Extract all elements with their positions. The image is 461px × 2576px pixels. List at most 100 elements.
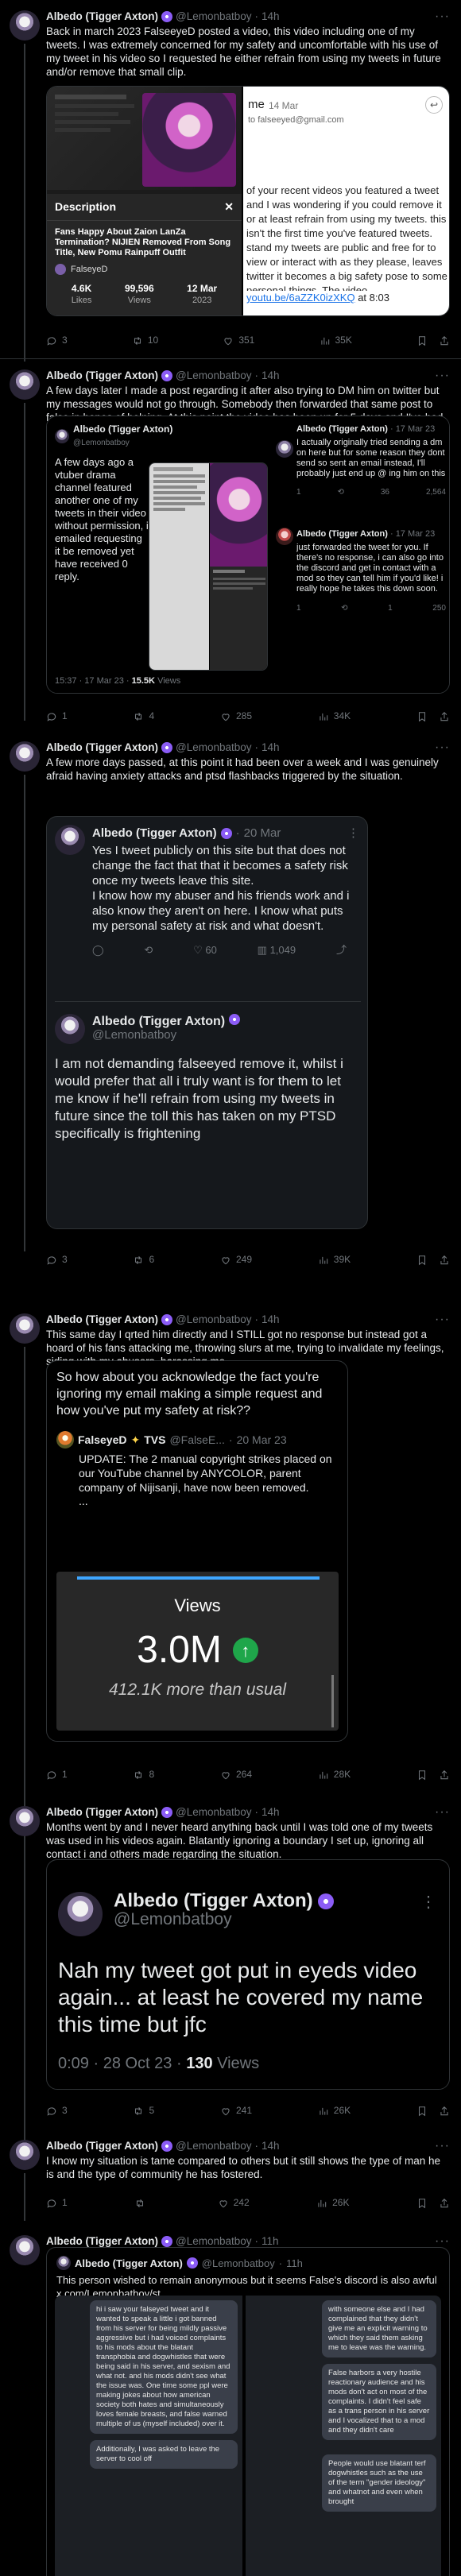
retweet-count: 8: [149, 1769, 155, 1780]
views-button[interactable]: 26K: [316, 2196, 349, 2210]
author-name[interactable]: Albedo (Tigger Axton): [46, 741, 158, 754]
retweet-button[interactable]: [134, 2198, 150, 2209]
retweet-button[interactable]: 5: [133, 2104, 154, 2118]
bookmark-icon[interactable]: [416, 1770, 428, 1781]
tweet-4-media[interactable]: So how about you acknowledge the fact yo…: [46, 1360, 348, 1742]
reply-button[interactable]: 3: [46, 334, 68, 347]
bookmark-icon[interactable]: [416, 711, 428, 722]
reply-actions: 1 ⟲ 36 2,564: [296, 485, 446, 499]
views-stat-panel: Views 3.0M ↑ 412.1K more than usual: [56, 1572, 339, 1731]
avatar[interactable]: [10, 10, 40, 41]
bookmark-icon[interactable]: [416, 335, 428, 346]
more-options-icon[interactable]: ···: [435, 1805, 450, 1819]
avatar: [58, 1892, 103, 1936]
like-count: 242: [233, 2197, 250, 2208]
retweet-button[interactable]: 6: [133, 1253, 154, 1267]
bookmark-icon[interactable]: [416, 2106, 428, 2117]
share-icon[interactable]: [439, 2106, 450, 2117]
bookmark-icon[interactable]: [416, 1255, 428, 1266]
like-button[interactable]: 264: [220, 1768, 252, 1781]
reply-arrow-icon[interactable]: ↩: [425, 96, 443, 114]
like-button[interactable]: 242: [218, 2196, 250, 2210]
share-icon[interactable]: [439, 711, 450, 722]
email-screenshot[interactable]: me 14 Mar to falseeyed@gmail.com ↩ of yo…: [243, 87, 449, 315]
tweet-3-media[interactable]: Albedo (Tigger Axton) · 20 Mar ⋮ Yes I t…: [46, 816, 368, 1229]
author-handle[interactable]: @Lemonbatboy: [176, 2234, 252, 2248]
author-name[interactable]: Albedo (Tigger Axton): [46, 1313, 158, 1326]
author-handle[interactable]: @Lemonbatboy: [176, 741, 252, 754]
bar-chart-icon: [318, 711, 329, 722]
tweet-7-quoted-tweet[interactable]: Albedo (Tigger Axton) @Lemonbatboy · 11h…: [46, 2247, 450, 2576]
tweet-1-media[interactable]: Description ✕ Fans Happy About Zaion Lan…: [46, 86, 450, 316]
tweet-time[interactable]: 14h: [261, 10, 280, 23]
author-name[interactable]: Albedo (Tigger Axton): [46, 369, 158, 382]
avatar[interactable]: [10, 741, 40, 772]
video-title: Fans Happy About Zaion LanZa Termination…: [55, 227, 231, 257]
retweet-button[interactable]: 8: [133, 1768, 154, 1781]
reply-button[interactable]: 1: [46, 1768, 68, 1781]
youtube-screenshot[interactable]: Description ✕ Fans Happy About Zaion Lan…: [47, 87, 242, 315]
author-name[interactable]: Albedo (Tigger Axton): [46, 10, 158, 23]
channel-name[interactable]: FalseyeD: [71, 265, 107, 275]
inner-name: FalseyeD: [78, 1433, 127, 1446]
avatar[interactable]: [10, 2140, 40, 2170]
views-button[interactable]: 39K: [318, 1253, 351, 1267]
tweet-time[interactable]: 14h: [261, 369, 280, 382]
views-button[interactable]: 35K: [320, 334, 352, 347]
share-icon[interactable]: [439, 2198, 450, 2209]
views-button[interactable]: 26K: [318, 2104, 351, 2118]
tweet-time[interactable]: 14h: [261, 1313, 280, 1326]
screenshot-right[interactable]: Albedo (Tigger Axton) · 17 Mar 23 I actu…: [273, 416, 449, 693]
tweet-time[interactable]: 14h: [261, 1805, 280, 1819]
likes-count: 4.6K: [71, 283, 92, 294]
author-handle[interactable]: @Lemonbatboy: [176, 2139, 252, 2152]
like-button[interactable]: 241: [220, 2104, 252, 2118]
bookmark-icon[interactable]: [416, 2198, 428, 2209]
more-options-icon[interactable]: ···: [435, 10, 450, 23]
tweet-time[interactable]: 11h: [261, 2234, 279, 2248]
views-button[interactable]: 34K: [318, 710, 351, 723]
author-handle[interactable]: @Lemonbatboy: [176, 1805, 252, 1819]
more-options-icon[interactable]: ···: [435, 2139, 450, 2152]
email-video-link[interactable]: youtu.be/6aZZK0izXKQ: [246, 292, 355, 304]
retweet-button[interactable]: 4: [133, 710, 154, 723]
avatar[interactable]: [10, 1806, 40, 1836]
author-name[interactable]: Albedo (Tigger Axton): [46, 1805, 158, 1819]
reply-button[interactable]: 1: [46, 710, 68, 723]
like-button[interactable]: 351: [223, 334, 254, 347]
screenshot-left[interactable]: Albedo (Tigger Axton) @Lemonbatboy A few…: [47, 416, 272, 693]
tweet-2-media[interactable]: Albedo (Tigger Axton) @Lemonbatboy A few…: [46, 416, 450, 694]
avatar[interactable]: [10, 1313, 40, 1344]
close-icon[interactable]: ✕: [224, 200, 234, 214]
avatar[interactable]: [10, 2235, 40, 2265]
author-name[interactable]: Albedo (Tigger Axton): [46, 2139, 158, 2152]
separator-dot: ·: [254, 10, 259, 22]
views-label: Views: [127, 296, 151, 305]
like-button[interactable]: 285: [220, 710, 252, 723]
share-icon[interactable]: [439, 1255, 450, 1266]
quoted-media: hi i saw your falseyed tweet and it want…: [47, 2296, 449, 2576]
more-options-icon[interactable]: ···: [435, 369, 450, 382]
retweet-count: 4: [149, 710, 155, 721]
avatar[interactable]: [10, 369, 40, 400]
share-icon[interactable]: [439, 335, 450, 346]
share-icon[interactable]: [439, 1770, 450, 1781]
tweet-5-media[interactable]: Albedo (Tigger Axton) @Lemonbatboy ⋮ Nah…: [46, 1859, 450, 2090]
view-count: 1,049: [269, 944, 296, 956]
author-handle[interactable]: @Lemonbatboy: [176, 10, 252, 23]
retweet-button[interactable]: 10: [132, 334, 158, 347]
reply-button[interactable]: 3: [46, 1253, 68, 1267]
views-button[interactable]: 28K: [318, 1768, 351, 1781]
like-button[interactable]: 249: [220, 1253, 252, 1267]
screenshot-timestamp: 0:09 · 28 Oct 23 ·: [58, 2055, 187, 2072]
author-handle[interactable]: @Lemonbatboy: [176, 1313, 252, 1326]
tweet-time[interactable]: 14h: [261, 741, 280, 754]
tweet-time[interactable]: 14h: [261, 2139, 280, 2152]
author-name[interactable]: Albedo (Tigger Axton): [46, 2234, 158, 2248]
more-options-icon[interactable]: ···: [435, 2234, 450, 2248]
author-handle[interactable]: @Lemonbatboy: [176, 369, 252, 382]
reply-button[interactable]: 1: [46, 2196, 68, 2210]
more-options-icon[interactable]: ···: [435, 1313, 450, 1326]
reply-button[interactable]: 3: [46, 2104, 68, 2118]
more-options-icon[interactable]: ···: [435, 741, 450, 754]
